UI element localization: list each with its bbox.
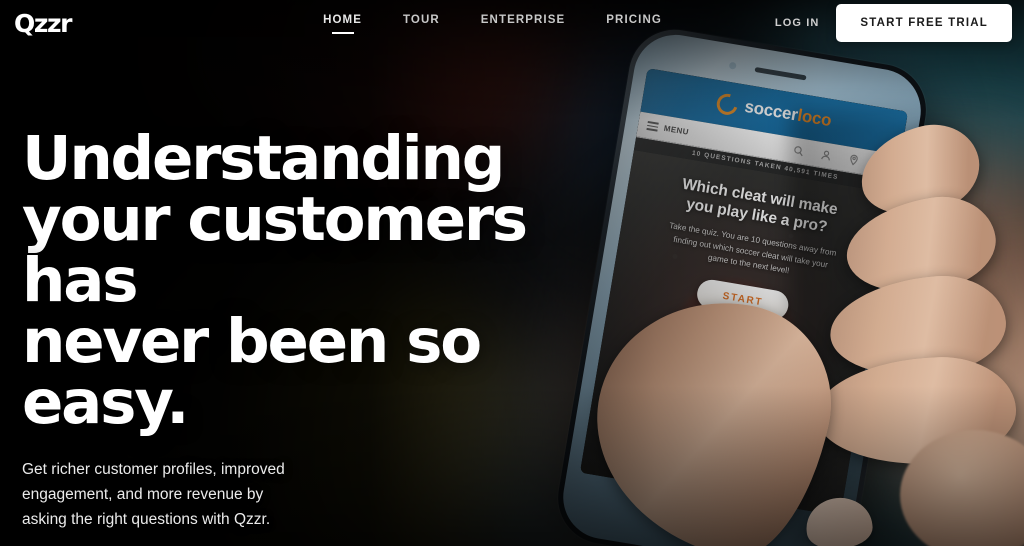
hero-headline-line1: Understanding	[22, 123, 505, 194]
brand-logo[interactable]: Qzzr	[14, 9, 72, 38]
login-link[interactable]: LOG IN	[775, 17, 820, 29]
nav-item-home[interactable]: HOME	[323, 14, 362, 33]
hero-headline: Understanding your customers has never b…	[22, 128, 582, 433]
hero-content: Understanding your customers has never b…	[22, 128, 582, 546]
hero-headline-line2: your customers has	[22, 184, 528, 316]
nav-item-enterprise[interactable]: ENTERPRISE	[481, 14, 566, 33]
nav-item-tour[interactable]: TOUR	[403, 14, 440, 33]
hero-subtext: Get richer customer profiles, improved e…	[22, 461, 285, 529]
hero-headline-line3: never been so easy.	[22, 306, 482, 438]
start-free-trial-button[interactable]: START FREE TRIAL	[836, 4, 1012, 42]
hero-page: soccerloco MENU	[0, 0, 1024, 546]
nav-links: HOME TOUR ENTERPRISE PRICING	[323, 14, 662, 33]
top-navigation: Qzzr HOME TOUR ENTERPRISE PRICING LOG IN…	[0, 0, 1024, 46]
nav-item-pricing[interactable]: PRICING	[606, 14, 662, 33]
